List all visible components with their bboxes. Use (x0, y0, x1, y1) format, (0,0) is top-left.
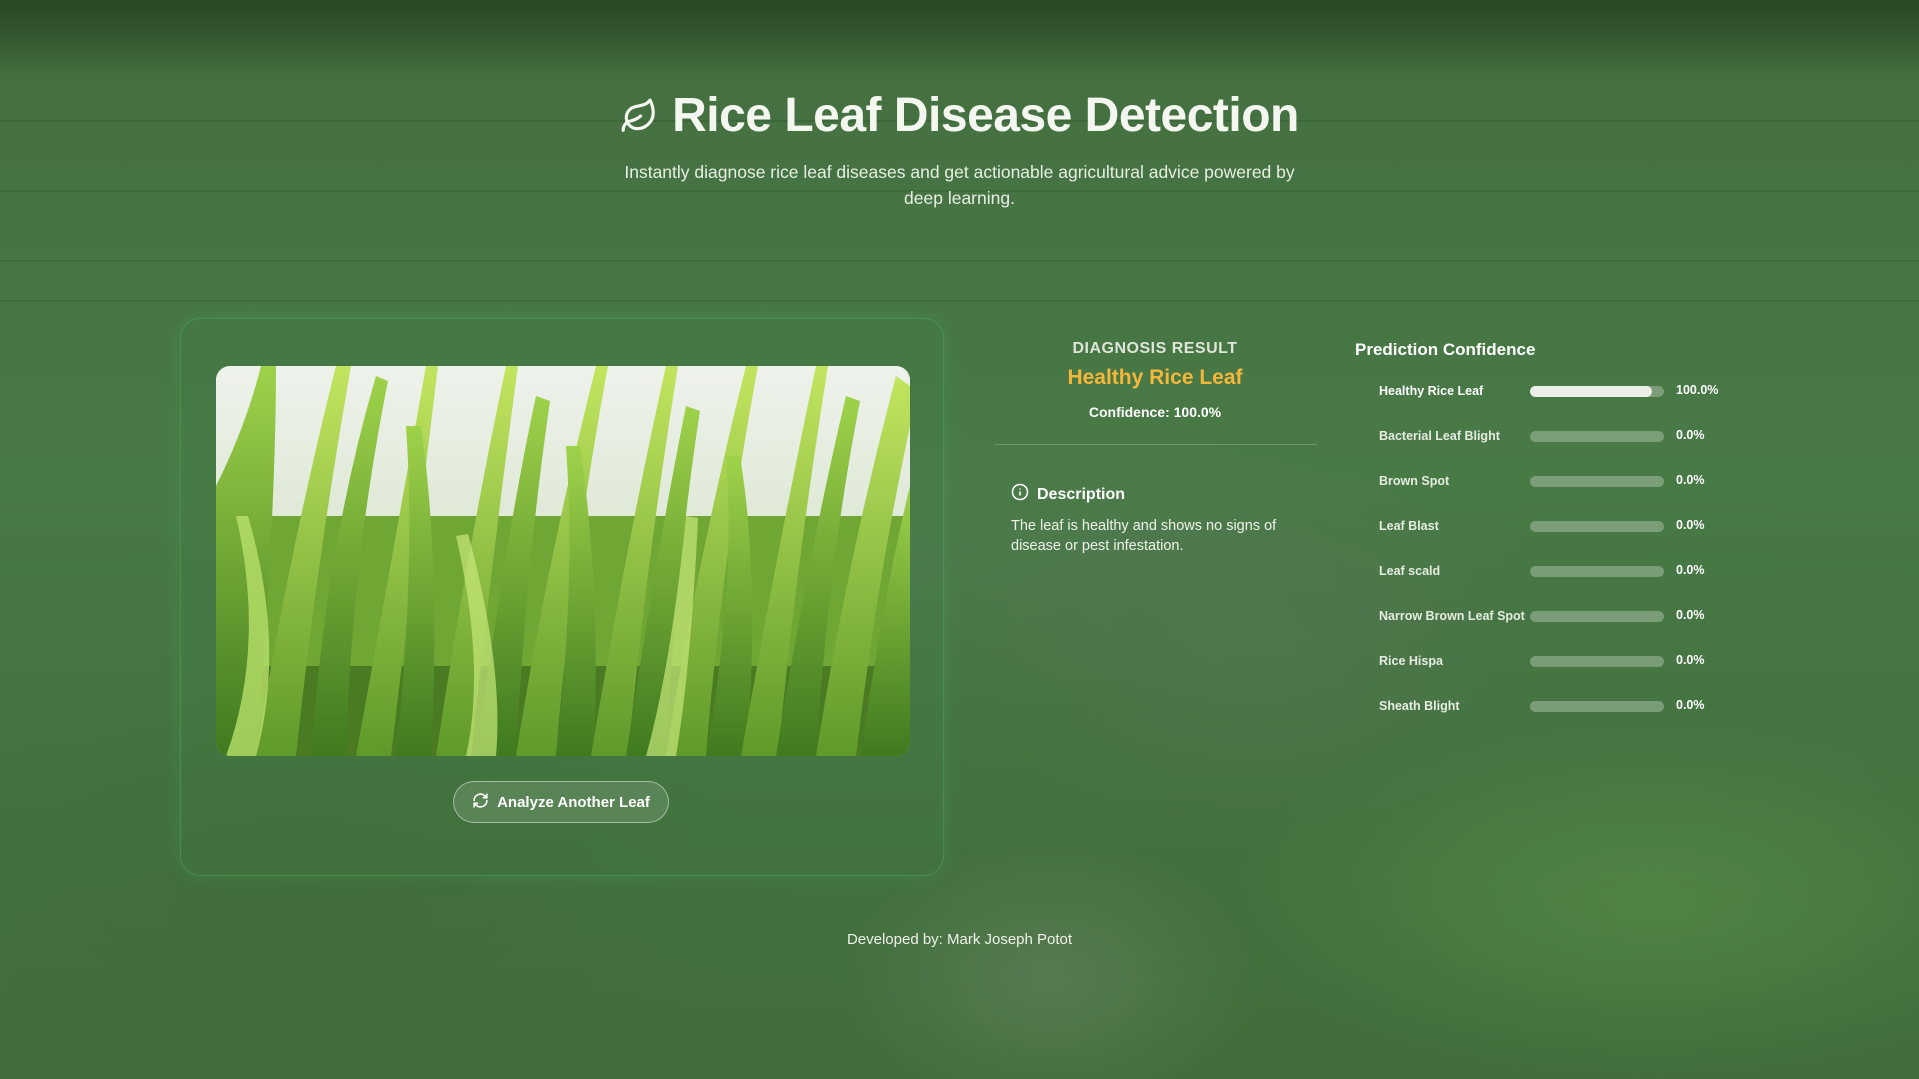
prediction-confidence-title: Prediction Confidence (1355, 340, 1536, 359)
confidence-bar-track (1530, 701, 1664, 712)
footer-credit: Developed by: Mark Joseph Potot (846, 931, 1073, 948)
confidence-row: Healthy Rice Leaf 100.0% (1355, 382, 1735, 427)
confidence-label: Sheath Blight (1379, 699, 1460, 713)
confidence-bar-fill (1530, 386, 1652, 397)
diagnosis-confidence: Confidence: 100.0% (1088, 404, 1222, 420)
diagnosis-panel: DIAGNOSIS RESULT Healthy Rice Leaf Confi… (995, 340, 1317, 556)
confidence-label: Rice Hispa (1379, 654, 1443, 668)
description-heading: Description (1011, 483, 1315, 506)
confidence-row: Bacterial Leaf Blight 0.0% (1355, 427, 1735, 472)
confidence-bar-track (1530, 521, 1664, 532)
confidence-percent: 0.0% (1676, 698, 1705, 712)
confidence-row: Rice Hispa 0.0% (1355, 652, 1735, 697)
confidence-bar-track (1530, 611, 1664, 622)
page-title: Rice Leaf Disease Detection (672, 89, 1299, 142)
page-header: Rice Leaf Disease Detection Instantly di… (0, 88, 1919, 211)
confidence-label: Bacterial Leaf Blight (1379, 429, 1500, 443)
leaf-icon (620, 97, 658, 135)
confidence-bar-track (1530, 656, 1664, 667)
confidence-label: Healthy Rice Leaf (1379, 384, 1484, 398)
confidence-bar-track (1530, 476, 1664, 487)
diagnosis-result-label: DIAGNOSIS RESULT (1072, 340, 1238, 357)
prediction-confidence-panel: Prediction Confidence Healthy Rice Leaf 1… (1355, 340, 1735, 742)
confidence-percent: 0.0% (1676, 428, 1705, 442)
confidence-percent: 0.0% (1676, 563, 1705, 577)
diagnosis-result-value: Healthy Rice Leaf (1067, 366, 1243, 389)
divider (995, 444, 1317, 445)
description-text: The leaf is healthy and shows no signs o… (1011, 518, 1277, 554)
confidence-percent: 0.0% (1676, 518, 1705, 532)
title-row: Rice Leaf Disease Detection (0, 88, 1919, 143)
confidence-list: Healthy Rice Leaf 100.0% Bacterial Leaf Bl… (1355, 382, 1735, 742)
page-subtitle: Instantly diagnose rice leaf diseases an… (624, 162, 1295, 208)
confidence-percent: 0.0% (1676, 473, 1705, 487)
uploaded-leaf-image (216, 366, 910, 756)
info-icon (1011, 483, 1029, 506)
confidence-bar-track (1530, 431, 1664, 442)
analyze-button-label: Analyze Another Leaf (497, 793, 650, 811)
confidence-label: Leaf Blast (1379, 519, 1439, 533)
confidence-percent: 100.0% (1676, 383, 1719, 397)
confidence-row: Brown Spot 0.0% (1355, 472, 1735, 517)
confidence-row: Sheath Blight 0.0% (1355, 697, 1735, 742)
confidence-row: Narrow Brown Leaf Spot 0.0% (1355, 607, 1735, 652)
refresh-icon (472, 792, 489, 813)
description-heading-label: Description (1037, 485, 1126, 503)
confidence-percent: 0.0% (1676, 653, 1705, 667)
confidence-label: Narrow Brown Leaf Spot (1379, 609, 1525, 623)
confidence-row: Leaf scald 0.0% (1355, 562, 1735, 607)
confidence-percent: 0.0% (1676, 608, 1705, 622)
confidence-label: Brown Spot (1379, 474, 1450, 488)
confidence-bar-track (1530, 386, 1664, 397)
analyze-another-leaf-button[interactable]: Analyze Another Leaf (453, 781, 669, 823)
confidence-row: Leaf Blast 0.0% (1355, 517, 1735, 562)
confidence-bar-track (1530, 566, 1664, 577)
confidence-label: Leaf scald (1379, 564, 1441, 578)
